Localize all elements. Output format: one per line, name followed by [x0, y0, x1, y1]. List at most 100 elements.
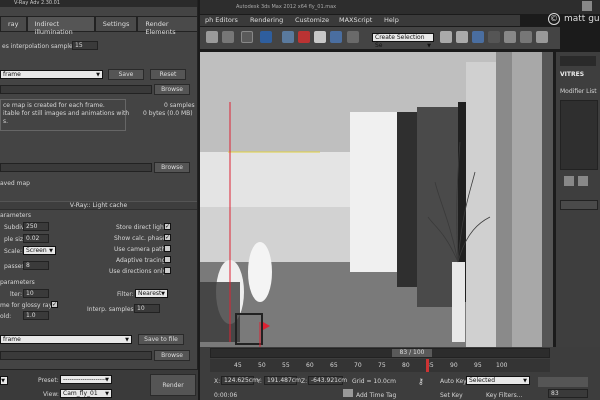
store-direct-light-label: Store direct light: [116, 224, 167, 231]
threshold-field[interactable]: 1.0: [23, 311, 49, 320]
menu-maxscript[interactable]: MAXScript: [339, 16, 372, 24]
prefilter-label: lter:: [10, 291, 23, 298]
sample-size-field[interactable]: 0.02: [23, 234, 49, 243]
render-button[interactable]: Render: [150, 374, 196, 396]
save-button[interactable]: Save: [108, 69, 144, 80]
switch-to-saved-map-label: aved map: [0, 180, 30, 187]
parameter-rollout[interactable]: [560, 200, 598, 210]
schematic-icon[interactable]: [520, 31, 532, 43]
y-label: Y:: [257, 378, 262, 385]
modifier-stack[interactable]: [560, 100, 598, 170]
description-line-2: itable for still images and animations w…: [3, 110, 130, 117]
reset-button[interactable]: Reset: [150, 69, 186, 80]
select-icon[interactable]: [206, 31, 218, 43]
spinner-snap-icon[interactable]: [330, 31, 342, 43]
menu-rendering[interactable]: Rendering: [250, 16, 283, 24]
show-end-result-icon[interactable]: [578, 176, 588, 186]
map-file-field[interactable]: [0, 85, 152, 94]
browse-button[interactable]: Browse: [154, 84, 190, 95]
scale-select[interactable]: Screen: [23, 246, 56, 255]
tab-settings[interactable]: Settings: [94, 16, 138, 32]
light-cache-mode-select[interactable]: frame: [0, 335, 132, 344]
command-panel-tabs[interactable]: [560, 56, 596, 66]
browse-2-button[interactable]: Browse: [154, 350, 190, 361]
key-mode-select[interactable]: Selected: [466, 376, 530, 385]
prefilter-field[interactable]: 10: [23, 289, 49, 298]
store-direct-light-checkbox[interactable]: ✓: [164, 223, 171, 230]
view-select[interactable]: Cam_fly_01: [60, 389, 112, 398]
glossy-rays-checkbox[interactable]: ✓: [51, 301, 58, 308]
view-label: View:: [43, 391, 59, 398]
file-browse-button[interactable]: Browse: [154, 162, 190, 173]
filter-select[interactable]: Nearest: [135, 289, 168, 298]
material-editor-icon[interactable]: [536, 31, 548, 43]
tick-100: 100: [496, 362, 508, 369]
selection-set-select[interactable]: Create Selection Se: [372, 33, 434, 50]
time-slider[interactable]: 83 / 100: [210, 348, 550, 358]
tick-80: 80: [402, 362, 410, 369]
x-coordinate-field[interactable]: 124.625cm: [221, 376, 258, 385]
menu-help[interactable]: Help: [384, 16, 399, 24]
x-label: X:: [214, 378, 221, 385]
key-icon[interactable]: ⚷: [418, 377, 428, 387]
angle-snap-icon[interactable]: [298, 31, 310, 43]
adaptive-tracing-checkbox[interactable]: [164, 256, 171, 263]
use-directions-only-checkbox[interactable]: [164, 267, 171, 274]
scale-label: Scale:: [4, 248, 23, 255]
percent-snap-icon[interactable]: [314, 31, 326, 43]
show-calc-phase-checkbox[interactable]: ✓: [164, 234, 171, 241]
menu-customize[interactable]: Customize: [295, 16, 329, 24]
vray-title: V-Ray Adv 2.30.01: [0, 0, 197, 7]
tab-indirect-illumination[interactable]: Indirect illumination: [26, 16, 95, 36]
preset-label: Preset:: [38, 377, 59, 384]
snap-icon[interactable]: [282, 31, 294, 43]
interp-samples-field[interactable]: 15: [72, 41, 98, 50]
pin-stack-icon[interactable]: [564, 176, 574, 186]
set-key-button[interactable]: Set Key: [440, 392, 463, 399]
tick-60: 60: [306, 362, 314, 369]
max-menu-bar: ph Editors Rendering Customize MAXScript…: [200, 15, 520, 26]
z-coordinate-field[interactable]: -643.921cm: [308, 376, 347, 385]
current-frame-field[interactable]: 83: [548, 389, 588, 398]
menu-graph-editors[interactable]: ph Editors: [205, 16, 238, 24]
key-filters-button[interactable]: Key Filters...: [486, 392, 523, 399]
window-controls-icon[interactable]: [582, 1, 592, 11]
playback-controls[interactable]: [538, 377, 588, 387]
time-slider-thumb[interactable]: 83 / 100: [392, 349, 432, 357]
tab-render-elements[interactable]: Render Elements: [137, 16, 198, 36]
auto-save-file-field[interactable]: [0, 163, 152, 172]
passes-field[interactable]: 8: [23, 261, 49, 270]
select-name-icon[interactable]: [222, 31, 234, 43]
curve-editor-icon[interactable]: [504, 31, 516, 43]
render-mode-select[interactable]: [0, 376, 8, 385]
track-bar[interactable]: 45 50 55 60 65 70 75 80 85 90 95 100: [210, 359, 550, 372]
tab-vray[interactable]: ray: [0, 16, 27, 32]
subdivs-field[interactable]: 250: [23, 222, 49, 231]
object-name: VITRES: [560, 71, 585, 78]
bytes-count: 0 bytes (0.0 MB): [143, 110, 193, 117]
graphite-icon[interactable]: [488, 31, 500, 43]
show-calc-phase-label: Show calc. phase: [114, 235, 166, 242]
use-camera-path-checkbox[interactable]: [164, 245, 171, 252]
calc-params-heading: arameters: [0, 212, 31, 219]
move-icon[interactable]: [260, 31, 272, 43]
edit-named-sets-icon[interactable]: [347, 31, 359, 43]
select-region-icon[interactable]: [241, 31, 253, 43]
save-to-file-button[interactable]: Save to file: [138, 334, 184, 345]
align-icon[interactable]: [456, 31, 468, 43]
irradiance-mode-select[interactable]: frame: [0, 70, 103, 79]
lc-file-field[interactable]: [0, 351, 152, 360]
add-time-tag-button[interactable]: Add Time Tag: [356, 392, 396, 399]
mirror-icon[interactable]: [440, 31, 452, 43]
light-cache-section-header[interactable]: V-Ray:: Light cache: [0, 201, 197, 210]
camera-viewport[interactable]: [200, 52, 553, 355]
y-coordinate-field[interactable]: 191.487cm: [264, 376, 301, 385]
tick-95: 95: [474, 362, 482, 369]
interp-samples-2-field[interactable]: 10: [134, 304, 160, 313]
layers-icon[interactable]: [472, 31, 484, 43]
preset-select[interactable]: --------------------: [60, 375, 112, 384]
modifier-list-label[interactable]: Modifier List: [560, 88, 597, 95]
time-slider-area: 83 / 100 45 50 55 60 65 70 75 80 85 90 9…: [200, 347, 600, 400]
viewport-scene: [200, 52, 553, 355]
auto-key-button[interactable]: Auto Key: [440, 378, 467, 385]
